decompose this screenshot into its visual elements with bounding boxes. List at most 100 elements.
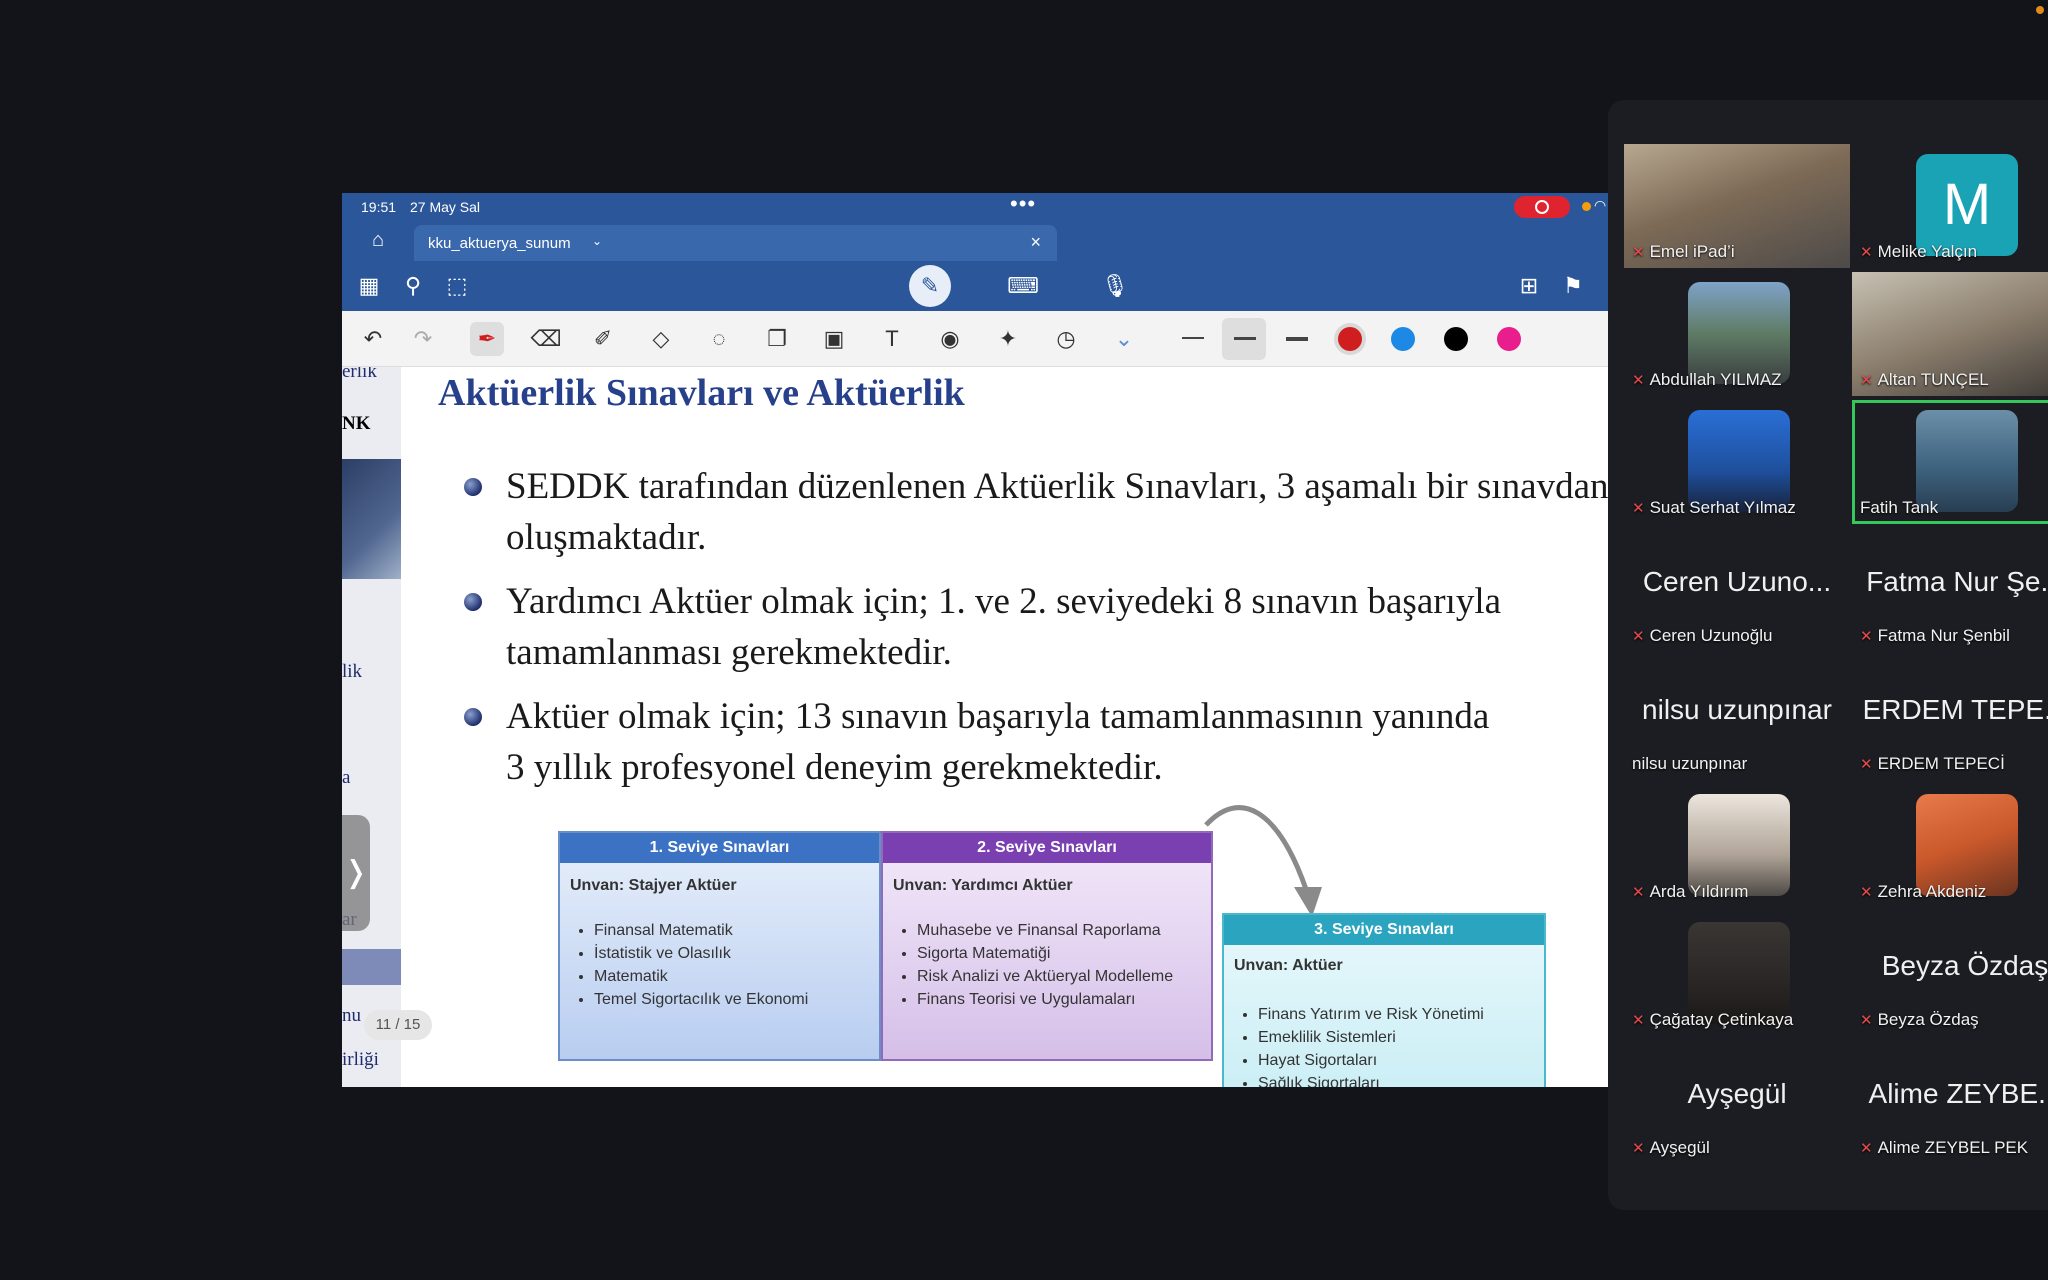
participant-tile[interactable]: Ceren Uzuno... ✕ Ceren Uzunoğlu: [1624, 528, 1850, 652]
participant-name: nilsu uzunpınar: [1632, 754, 1748, 773]
muted-mic-icon: ✕: [1632, 372, 1645, 389]
document-tab-name: kku_aktuerya_sunum: [428, 235, 571, 252]
sticker-icon[interactable]: ❐: [760, 322, 794, 356]
slide-bullet: Yardımcı Aktüer olmak için; 1. ve 2. sev…: [464, 576, 1608, 678]
participant-tile[interactable]: Fatma Nur Şe... ✕ Fatma Nur Şenbil: [1852, 528, 2048, 652]
participant-tile[interactable]: ✕ Altan TUNÇEL: [1852, 272, 2048, 396]
participant-name: Çağatay Çetinkaya: [1649, 1010, 1794, 1029]
status-date: 27 May Sal: [410, 199, 481, 215]
participant-name: ERDEM TEPECİ: [1877, 754, 2005, 773]
color-black-swatch[interactable]: [1444, 327, 1468, 351]
participant-display-name: Fatma Nur Şe...: [1866, 566, 2048, 597]
participant-tile[interactable]: ✕ Zehra Akdeniz: [1852, 784, 2048, 908]
participant-name: Fatma Nur Şenbil: [1877, 626, 2010, 645]
lasso-icon[interactable]: ◌: [702, 322, 736, 356]
participant-name: Suat Serhat Yılmaz: [1649, 498, 1796, 517]
screen-record-icon[interactable]: [1514, 196, 1570, 218]
participant-label: Fatih Tank: [1860, 498, 1938, 518]
participant-tile[interactable]: Alime ZEYBE... ✕ Alime ZEYBEL PEK: [1852, 1040, 2048, 1164]
level-arrow-icon: [1204, 805, 1322, 917]
list-item: Hayat Sigortaları: [1258, 1049, 1484, 1072]
participant-tile[interactable]: ✕ Arda Yıldırım: [1624, 784, 1850, 908]
participant-label: ✕ Altan TUNÇEL: [1860, 370, 1989, 390]
pen-mode-icon[interactable]: ✎: [909, 265, 951, 307]
microphone-icon[interactable]: 🎙: [1098, 269, 1132, 303]
participant-label: ✕ Çağatay Çetinkaya: [1632, 1010, 1793, 1030]
participant-label: ✕ Emel iPad’i: [1632, 242, 1735, 262]
participant-video: [1688, 282, 1790, 384]
list-item: Risk Analizi ve Aktüeryal Modelleme: [917, 965, 1173, 988]
muted-mic-icon: ✕: [1860, 1012, 1873, 1029]
participant-name: Alime ZEYBEL PEK: [1877, 1138, 2029, 1157]
undo-icon[interactable]: ↶: [356, 322, 390, 356]
level-title: Unvan: Aktüer: [1234, 957, 1343, 974]
thumb-text: irliği: [342, 1049, 379, 1070]
eraser-icon[interactable]: ⌫: [529, 322, 563, 356]
list-item: Sağlık Sigortaları: [1258, 1072, 1484, 1087]
add-page-icon[interactable]: ⊞: [1512, 269, 1546, 303]
clock-icon[interactable]: ◷: [1049, 322, 1083, 356]
participant-label: ✕ Fatma Nur Şenbil: [1860, 626, 2010, 646]
bullet-dot-icon: [464, 708, 482, 726]
participant-tile[interactable]: Ayşegül ✕ Ayşegül: [1624, 1040, 1850, 1164]
more-tools-icon[interactable]: ⌄: [1107, 322, 1141, 356]
highlighter-icon[interactable]: ✐: [586, 322, 620, 356]
selection-icon[interactable]: ⬚: [440, 269, 474, 303]
grid-icon[interactable]: ▦: [352, 269, 386, 303]
thumbnail-image: [342, 459, 401, 579]
participant-display-name: Ayşegül: [1687, 1078, 1787, 1109]
home-icon[interactable]: ⌂: [366, 229, 390, 253]
participant-display-name: nilsu uzunpınar: [1642, 694, 1832, 725]
participant-label: ✕ Suat Serhat Yılmaz: [1632, 498, 1796, 518]
participant-tile[interactable]: ✕ Suat Serhat Yılmaz: [1624, 400, 1850, 524]
list-item: Muhasebe ve Finansal Raporlama: [917, 919, 1173, 942]
participant-tile[interactable]: ERDEM TEPE... ✕ ERDEM TEPECİ: [1852, 656, 2048, 780]
participant-name: Fatih Tank: [1860, 498, 1939, 517]
list-item: İstatistik ve Olasılık: [594, 942, 808, 965]
participant-tile[interactable]: M ✕ Melike Yalçın: [1852, 144, 2048, 268]
thumb-text: lik: [342, 661, 363, 682]
close-tab-icon[interactable]: ×: [1030, 232, 1041, 253]
color-red-swatch[interactable]: [1338, 327, 1362, 351]
slide-bullet: SEDDK tarafından düzenlenen Aktüerlik Sı…: [464, 461, 1608, 563]
muted-mic-icon: ✕: [1860, 884, 1873, 901]
pen-tool-icon[interactable]: ✒: [470, 322, 504, 356]
laser-pointer-icon[interactable]: ✦: [991, 322, 1025, 356]
camera-icon[interactable]: ◉: [933, 322, 967, 356]
thin-line-tool[interactable]: [1182, 337, 1204, 339]
participant-label: ✕ Ceren Uzunoğlu: [1632, 626, 1772, 646]
slide-area[interactable]: erlik NK lik a ar nu irliği ❭ 11 / 15 Ak…: [342, 367, 1608, 1087]
participant-tile[interactable]: Fatih Tank: [1852, 400, 2048, 524]
redo-icon[interactable]: ↷: [406, 322, 440, 356]
shared-screen: 19:51 27 May Sal ••• ◠ ⌂ kku_aktuerya_su…: [342, 193, 1608, 1087]
text-box-icon[interactable]: T: [875, 322, 909, 356]
color-blue-swatch[interactable]: [1391, 327, 1415, 351]
participant-tile[interactable]: ✕ Emel iPad’i: [1624, 144, 1850, 268]
participant-tile[interactable]: ✕ Çağatay Çetinkaya: [1624, 912, 1850, 1036]
document-tab[interactable]: kku_aktuerya_sunum ⌄ ×: [414, 225, 1057, 261]
participant-video: [1688, 922, 1790, 1024]
search-icon[interactable]: ⚲: [396, 269, 430, 303]
sidebar-toggle-handle[interactable]: ❭: [342, 815, 370, 931]
chevron-down-icon[interactable]: ⌄: [592, 234, 602, 248]
list-item: Finansal Matematik: [594, 919, 808, 942]
level-list: Finansal Matematik İstatistik ve Olasılı…: [594, 919, 808, 1011]
participant-tile[interactable]: nilsu uzunpınar nilsu uzunpınar: [1624, 656, 1850, 780]
page-indicator: 11 / 15: [364, 1010, 432, 1040]
thumbnail-strip[interactable]: erlik NK lik a ar nu irliği: [342, 367, 401, 1087]
participant-name: Beyza Özdaş: [1877, 1010, 1979, 1029]
participant-tile[interactable]: ✕ Abdullah YILMAZ: [1624, 272, 1850, 396]
image-icon[interactable]: ▣: [817, 322, 851, 356]
participant-name: Arda Yıldırım: [1649, 882, 1749, 901]
ipad-status-bar: 19:51 27 May Sal ••• ◠: [342, 193, 1608, 221]
color-pink-swatch[interactable]: [1497, 327, 1521, 351]
level-header: 2. Seviye Sınavları: [883, 833, 1211, 863]
multitask-dots[interactable]: •••: [1010, 193, 1036, 217]
list-item: Emeklilik Sistemleri: [1258, 1026, 1484, 1049]
shapes-icon[interactable]: ◇: [644, 322, 678, 356]
participant-tile[interactable]: Beyza Özdaş ✕ Beyza Özdaş: [1852, 912, 2048, 1036]
keyboard-icon[interactable]: ⌨: [1006, 269, 1040, 303]
bookmark-icon[interactable]: ⚑: [1556, 269, 1590, 303]
thick-line-tool[interactable]: [1286, 337, 1308, 341]
level-list: Finans Yatırım ve Risk Yönetimi Emeklili…: [1258, 1003, 1484, 1087]
